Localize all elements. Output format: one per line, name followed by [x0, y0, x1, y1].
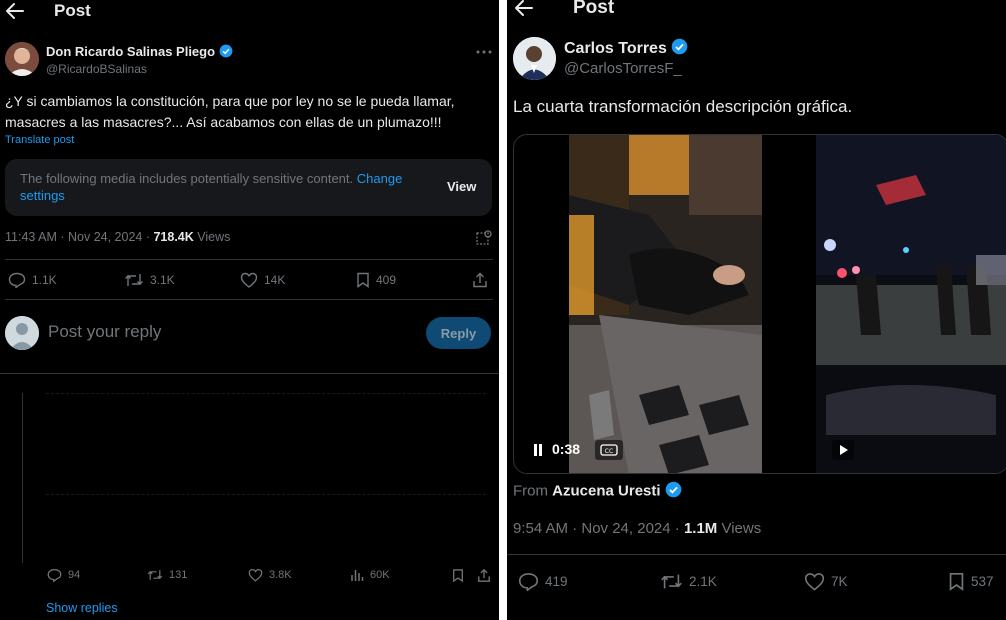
from-attribution: From Azucena Uresti [513, 481, 682, 502]
more-options-icon[interactable] [476, 50, 492, 54]
repost-count: 2.1K [689, 574, 717, 589]
back-arrow-icon[interactable] [6, 3, 24, 19]
repost-icon [147, 568, 163, 582]
share-icon[interactable] [477, 568, 491, 583]
translate-post-link[interactable]: Translate post [5, 134, 74, 146]
from-name[interactable]: Azucena Uresti [552, 482, 660, 499]
heart-icon [804, 572, 825, 591]
right-post-panel: Post Carlos Torres @CarlosTorresF_ La cu… [507, 0, 1006, 620]
author-avatar[interactable] [5, 42, 39, 76]
closed-captions-icon[interactable]: CC [595, 440, 623, 460]
bar-chart-icon [350, 568, 364, 582]
tweet-text: La cuarta transformación descripción grá… [513, 97, 853, 116]
share-icon[interactable] [472, 272, 488, 288]
repost-action[interactable]: 2.1K [660, 572, 717, 591]
media-card[interactable]: 0:38 CC [513, 134, 1006, 474]
reply-icon [8, 272, 26, 288]
left-post-panel: Post Don Ricardo Salinas Pliego @Ricardo… [0, 0, 499, 620]
video-player[interactable] [569, 135, 762, 473]
svg-text:CC: CC [605, 448, 613, 455]
show-replies-link[interactable]: Show replies [46, 601, 118, 615]
author-name-row[interactable]: Don Ricardo Salinas Pliego [46, 44, 233, 61]
like-action[interactable]: 7K [804, 572, 848, 591]
divider [507, 554, 1006, 555]
pause-icon[interactable] [533, 444, 543, 456]
back-arrow-icon[interactable] [515, 0, 533, 16]
like-action[interactable]: 14K [240, 272, 285, 288]
view-button[interactable]: View [447, 179, 476, 194]
views-count: 718.4K [153, 230, 194, 244]
video-thumbnail [816, 135, 1006, 473]
sensitive-text: The following media includes potentially… [20, 171, 354, 186]
author-name[interactable]: Carlos Torres [564, 40, 667, 57]
repost-icon [124, 272, 144, 288]
timestamp: 11:43 AM · Nov 24, 2024 · [5, 230, 154, 244]
from-label: From [513, 482, 548, 500]
author-name[interactable]: Don Ricardo Salinas Pliego [46, 44, 215, 59]
bookmark-icon[interactable] [452, 568, 464, 583]
faded-reply-text [46, 393, 486, 394]
repost-action[interactable]: 3.1K [124, 272, 175, 288]
bookmark-action[interactable]: 537 [948, 572, 994, 591]
bookmark-count: 409 [376, 273, 397, 287]
timestamp-row: 9:54 AM · Nov 24, 2024 · 1.1M Views [513, 520, 761, 537]
verified-badge-icon [665, 481, 682, 502]
reply-count: 94 [68, 569, 81, 581]
verified-badge-icon [219, 44, 233, 61]
reply-icon [47, 568, 62, 582]
like-count: 14K [264, 273, 286, 287]
page-title: Post [573, 0, 615, 18]
sensitive-content-notice: The following media includes potentially… [5, 159, 492, 216]
user-avatar[interactable] [5, 316, 39, 350]
reply-reply-action[interactable]: 94 [47, 568, 80, 582]
author-handle[interactable]: @RicardoBSalinas [46, 62, 147, 76]
views-label: Views [193, 230, 231, 244]
reply-count: 1.1K [32, 273, 57, 287]
like-count: 7K [831, 574, 848, 589]
timestamp: 9:54 AM · Nov 24, 2024 · [513, 520, 684, 537]
video-time: 0:38 [552, 441, 581, 457]
sensitive-content-message: The following media includes potentially… [20, 170, 425, 204]
reply-count: 419 [545, 574, 568, 589]
reply-views-action[interactable]: 60K [350, 568, 390, 582]
reply-like-action[interactable]: 3.8K [248, 568, 292, 582]
divider [0, 373, 499, 374]
thread-line [22, 393, 23, 563]
like-count: 3.8K [269, 569, 292, 581]
play-icon[interactable] [832, 440, 854, 460]
reply-button-label: Reply [440, 325, 477, 341]
views-count: 60K [370, 569, 390, 581]
repost-count: 131 [169, 569, 188, 581]
bookmark-count: 537 [971, 574, 994, 589]
author-handle[interactable]: @CarlosTorresF_ [564, 60, 682, 77]
reply-action[interactable]: 1.1K [8, 272, 57, 288]
analytics-icon[interactable] [476, 230, 492, 246]
reply-repost-action[interactable]: 131 [147, 568, 187, 582]
author-avatar[interactable] [513, 37, 556, 80]
timestamp-row: 11:43 AM · Nov 24, 2024 · 718.4K Views [5, 230, 230, 244]
video-player[interactable] [816, 135, 1006, 473]
divider [5, 259, 493, 260]
faded-reply-text [46, 494, 486, 495]
page-title: Post [54, 1, 91, 20]
repost-icon [660, 572, 683, 591]
views-count: 1.1M [683, 520, 718, 537]
verified-badge-icon [671, 38, 688, 60]
reply-button[interactable]: Reply [426, 317, 491, 349]
reply-action[interactable]: 419 [518, 572, 568, 591]
divider [5, 299, 493, 300]
tweet-text: ¿Y si cambiamos la constitución, para qu… [5, 93, 455, 130]
reply-input[interactable]: Post your reply [48, 322, 161, 342]
heart-icon [240, 272, 258, 288]
bookmark-icon [948, 572, 965, 591]
video-thumbnail [569, 135, 762, 473]
bookmark-icon [356, 272, 370, 288]
heart-icon [248, 568, 263, 582]
author-name-row[interactable]: Carlos Torres [564, 38, 688, 60]
views-label: Views [717, 520, 762, 537]
bookmark-action[interactable]: 409 [356, 272, 396, 288]
repost-count: 3.1K [150, 273, 175, 287]
reply-icon [518, 572, 539, 591]
